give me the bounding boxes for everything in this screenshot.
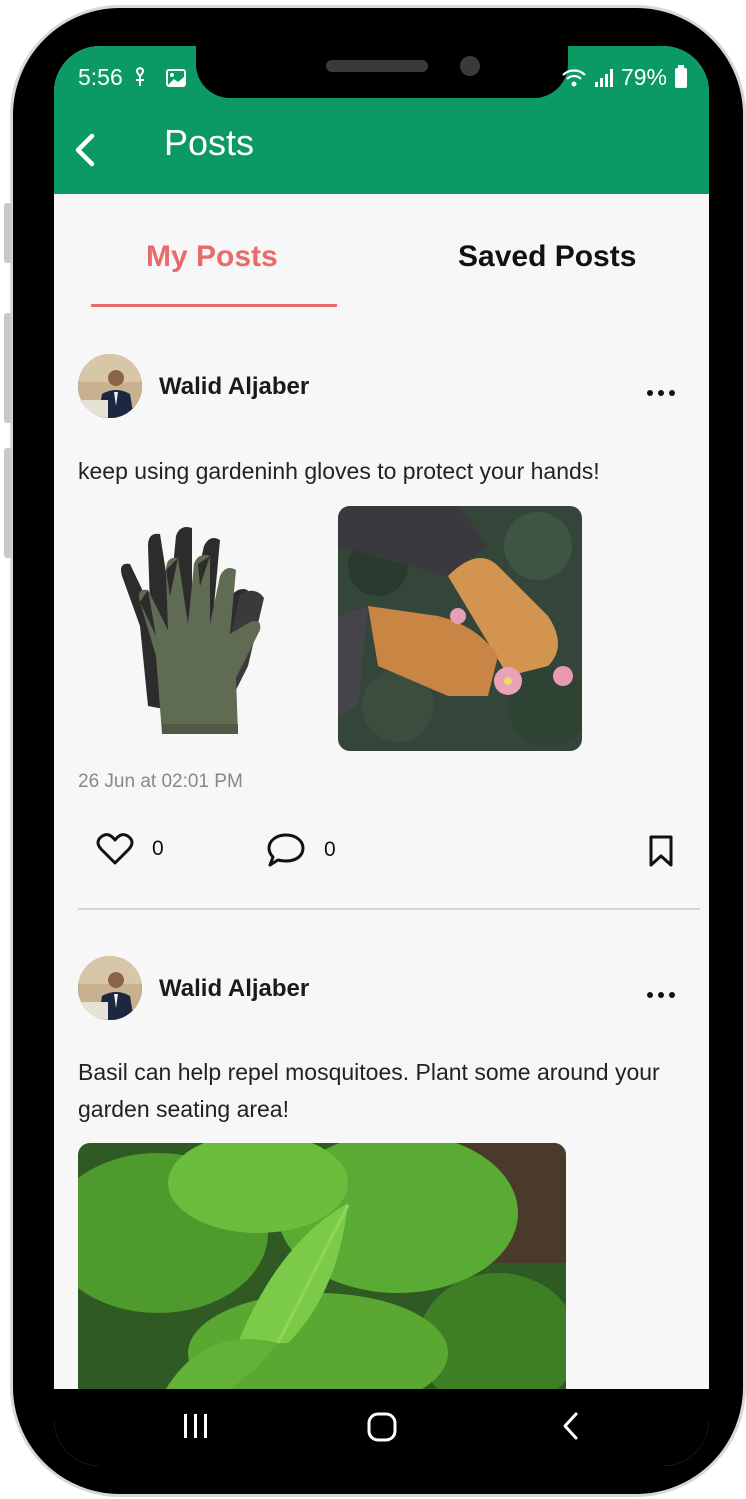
home-button[interactable] [366,1411,398,1447]
notification-icons [134,66,192,95]
status-time: 5:56 [78,64,123,90]
app-bar: 5:56 79% Posts [54,46,709,194]
post-image-basil[interactable] [78,1143,566,1403]
basil-photo [78,1143,566,1403]
app-screen: 5:56 79% Posts My Posts Saved Posts Wali… [54,46,709,1466]
bookmark-icon[interactable] [648,834,674,868]
status-right: 79% [561,64,687,91]
camera-notch [196,46,568,98]
signal-icon [594,68,613,87]
comment-icon[interactable] [266,832,306,868]
avatar[interactable] [78,354,142,418]
avatar[interactable] [78,956,142,1020]
battery-icon [675,64,687,88]
page-title: Posts [164,122,255,163]
like-count: 0 [152,837,164,860]
avatar-photo [78,354,142,418]
post-text: Basil can help repel mosquitoes. Plant s… [78,1059,660,1122]
author-name[interactable]: Walid Aljaber [159,373,309,401]
tab-saved-posts[interactable]: Saved Posts [458,240,636,274]
glove-image [121,527,264,734]
nav-back-button[interactable] [560,1411,582,1445]
comment-count: 0 [324,838,336,861]
recents-icon [184,1414,207,1438]
side-button [4,313,12,423]
post-card: Walid Aljaber keep using gardeninh glove… [54,346,709,911]
battery-percent: 79% [620,64,667,90]
gardening-photo [338,506,582,751]
chevron-left-icon [75,133,95,167]
post-image-gloves[interactable] [78,506,318,751]
volume-button [4,203,12,263]
post-text: keep using gardeninh gloves to protect y… [78,458,600,484]
tab-my-posts[interactable]: My Posts [146,240,278,274]
side-button-lower [4,448,12,558]
back-arrow-icon [563,1412,578,1440]
active-tab-indicator [91,304,337,307]
speaker-grill [326,60,428,72]
avatar-photo [78,956,142,1020]
author-name[interactable]: Walid Aljaber [159,975,309,1003]
comment-action[interactable]: 0 [266,832,336,868]
home-icon [367,1412,397,1442]
post-image-gardening[interactable] [338,506,582,751]
heart-icon[interactable] [96,832,134,866]
recent-apps-button[interactable] [181,1411,211,1445]
more-options-icon[interactable] [647,992,675,1002]
back-button[interactable] [70,130,100,170]
post-timestamp: 26 Jun at 02:01 PM [78,771,243,792]
notification-icon-group [136,67,186,87]
like-action[interactable]: 0 [96,832,164,866]
wifi-icon [562,68,586,86]
more-options-icon[interactable] [647,390,675,400]
save-action[interactable] [648,834,674,868]
post-divider [78,908,700,910]
front-camera [460,56,480,76]
system-nav-bar [54,1389,709,1466]
post-card: Walid Aljaber Basil can help repel mosqu… [54,948,709,1403]
post-tabs: My Posts Saved Posts [54,194,709,314]
